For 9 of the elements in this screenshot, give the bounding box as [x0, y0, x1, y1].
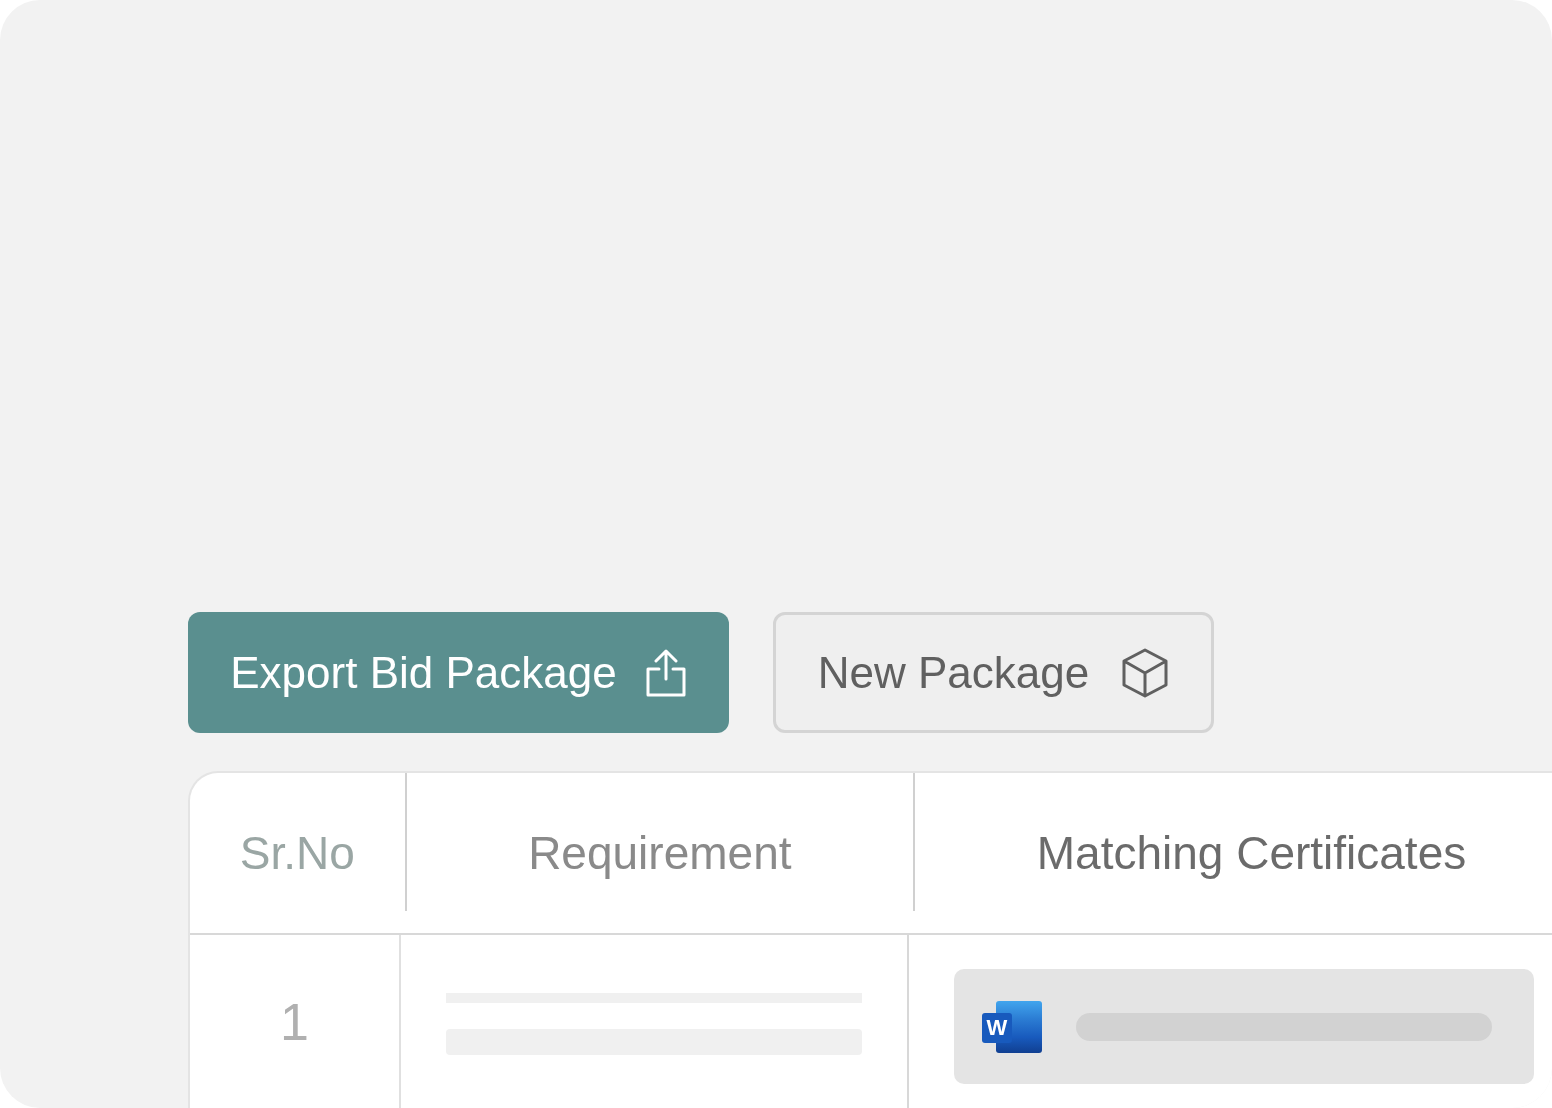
share-icon — [644, 648, 687, 697]
column-header: Requirement — [528, 825, 792, 881]
new-package-button[interactable]: New Package — [773, 612, 1214, 733]
export-button[interactable]: Export Bid Package — [188, 612, 729, 733]
row-number: 1 — [280, 991, 309, 1053]
document-letter: W — [986, 1016, 1008, 1039]
column-header: Sr.No — [239, 825, 355, 881]
column-header: Matching Certificates — [1036, 825, 1467, 881]
cube-icon — [1121, 646, 1170, 699]
